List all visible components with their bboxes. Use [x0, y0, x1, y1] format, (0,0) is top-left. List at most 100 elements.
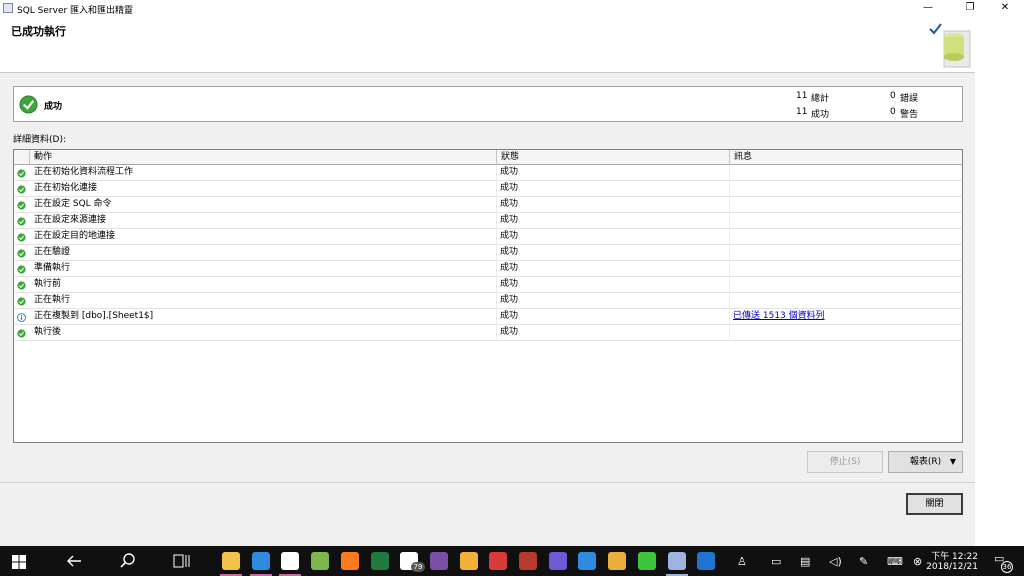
row-status: 成功	[500, 199, 519, 209]
row-action: 正在初始化資料流程工作	[34, 167, 134, 177]
keyboard-layout-icon[interactable]: ▤	[800, 555, 810, 568]
column-header-message[interactable]: 訊息	[729, 150, 962, 165]
report-button-label: 報表(R)	[909, 457, 942, 467]
chevron-down-icon[interactable]: ▼	[950, 452, 956, 472]
row-status: 成功	[500, 263, 519, 273]
keyboard-icon[interactable]: ⌨	[887, 555, 903, 568]
row-action: 正在執行	[34, 295, 71, 305]
taskbar-badge-count: 79	[411, 562, 425, 572]
table-row[interactable]: 執行前 成功	[14, 277, 962, 293]
edge-icon[interactable]	[578, 552, 597, 570]
right-margin	[975, 17, 1024, 546]
table-row[interactable]: 正在驗證 成功	[14, 245, 962, 261]
row-message-link[interactable]: 已傳送 1513 個資料列	[733, 309, 825, 325]
success-count: 11	[796, 107, 808, 117]
close-circle-icon[interactable]: ⊗	[913, 555, 922, 568]
row-action: 正在設定 SQL 命令	[34, 199, 112, 209]
success-check-icon	[17, 329, 26, 338]
edge-2-icon[interactable]	[697, 552, 716, 570]
back-arrow-icon[interactable]	[66, 554, 82, 568]
close-window-button[interactable]: ✕	[990, 0, 1020, 17]
table-row[interactable]: 準備執行 成功	[14, 261, 962, 277]
error-label: 錯誤	[900, 94, 919, 104]
table-row[interactable]: 正在設定目的地連接 成功	[14, 229, 962, 245]
clock-time[interactable]: 下午 12:22	[931, 549, 978, 562]
row-action: 正在複製到 [dbo].[Sheet1$]	[34, 311, 154, 321]
volume-icon[interactable]: ◁)	[829, 555, 842, 568]
windows-start-icon[interactable]	[12, 555, 26, 569]
stop-button[interactable]: 停止(S)	[807, 451, 883, 473]
maximize-button[interactable]: ❐	[955, 0, 985, 17]
total-label: 總計	[811, 94, 830, 104]
row-status: 成功	[500, 311, 519, 321]
table-row[interactable]: 執行後 成功	[14, 325, 962, 341]
app-spider-icon[interactable]	[519, 552, 537, 570]
column-divider	[729, 165, 730, 341]
report-button[interactable]: 報表(R) ▼	[888, 451, 963, 473]
success-check-icon	[17, 281, 26, 290]
line-icon[interactable]	[637, 552, 656, 570]
clock-date[interactable]: 2018/12/21	[926, 562, 978, 572]
close-button[interactable]: 關閉	[906, 493, 963, 515]
row-action: 執行後	[34, 327, 62, 337]
row-action: 正在初始化連接	[34, 183, 98, 193]
table-row[interactable]: 正在設定 SQL 命令 成功	[14, 197, 962, 213]
grid-header: 動作 狀態 訊息	[14, 150, 962, 165]
table-row[interactable]: 正在初始化資料流程工作 成功	[14, 165, 962, 181]
total-count: 11	[796, 91, 808, 101]
row-status: 成功	[500, 295, 519, 305]
chrome-app-icon[interactable]	[281, 552, 300, 570]
notepad-icon[interactable]	[311, 552, 330, 570]
paint-icon[interactable]	[459, 552, 478, 570]
app-red-icon[interactable]	[489, 552, 508, 570]
success-check-icon	[17, 169, 26, 178]
divider	[0, 482, 975, 483]
battery-icon[interactable]: ▭	[771, 555, 781, 568]
table-row[interactable]: 正在設定來源連接 成功	[14, 213, 962, 229]
row-status: 成功	[500, 231, 519, 241]
success-check-icon	[17, 265, 26, 274]
warning-label: 警告	[900, 110, 919, 120]
title-bar: SQL Server 匯入和匯出精靈 — ❐ ✕	[0, 0, 1024, 17]
column-divider	[496, 165, 497, 341]
minimize-button[interactable]: —	[913, 0, 943, 17]
excel-icon[interactable]	[370, 552, 389, 570]
table-row[interactable]: 正在複製到 [dbo].[Sheet1$] 成功 已傳送 1513 個資料列	[14, 309, 962, 325]
ssms-icon[interactable]	[667, 552, 686, 570]
task-view-icon[interactable]	[173, 553, 191, 569]
visual-studio-icon[interactable]	[429, 552, 448, 570]
column-header-status[interactable]: 狀態	[496, 150, 729, 165]
wizard-header: 已成功執行	[0, 17, 975, 73]
eclipse-icon[interactable]	[548, 552, 567, 570]
success-check-icon	[17, 185, 26, 194]
wizard-window: SQL Server 匯入和匯出精靈 — ❐ ✕ 已成功執行 成功 11 總計 …	[0, 0, 1024, 546]
table-row[interactable]: 正在初始化連接 成功	[14, 181, 962, 197]
people-icon[interactable]: ♙	[737, 555, 747, 568]
taskbar: ♙ ▭ ▤ ◁) ✎ ⌨ ⊗ 下午 12:22 2018/12/21 ▭ 36 …	[0, 546, 1024, 576]
warning-count: 0	[890, 107, 896, 117]
row-status: 成功	[500, 279, 519, 289]
firefox-icon[interactable]	[340, 552, 359, 570]
search-icon[interactable]	[120, 553, 136, 569]
app-icon	[3, 3, 13, 13]
details-grid[interactable]: 動作 狀態 訊息 正在初始化資料流程工作 成功 正在初始化連接 成功 正在設定 SQL …	[13, 149, 963, 443]
row-action: 正在驗證	[34, 247, 71, 257]
summary-panel: 成功 11 總計 11 成功 0 錯誤 0 警告	[13, 86, 963, 122]
pen-icon[interactable]: ✎	[859, 555, 868, 568]
notification-count: 36	[1001, 561, 1013, 573]
row-action: 正在設定來源連接	[34, 215, 107, 225]
success-check-icon	[17, 201, 26, 210]
row-status: 成功	[500, 215, 519, 225]
table-row[interactable]: 正在執行 成功	[14, 293, 962, 309]
details-label: 詳細資料(D):	[13, 135, 66, 145]
success-label: 成功	[811, 110, 830, 120]
summary-status: 成功	[44, 102, 63, 112]
success-check-icon	[19, 95, 38, 114]
row-status: 成功	[500, 247, 519, 257]
hwp-icon[interactable]	[251, 552, 270, 570]
row-action: 準備執行	[34, 263, 71, 273]
column-header-action[interactable]: 動作	[29, 150, 496, 165]
success-check-icon	[17, 217, 26, 226]
file-explorer-icon[interactable]	[222, 552, 240, 570]
chrome-icon[interactable]	[608, 552, 627, 570]
